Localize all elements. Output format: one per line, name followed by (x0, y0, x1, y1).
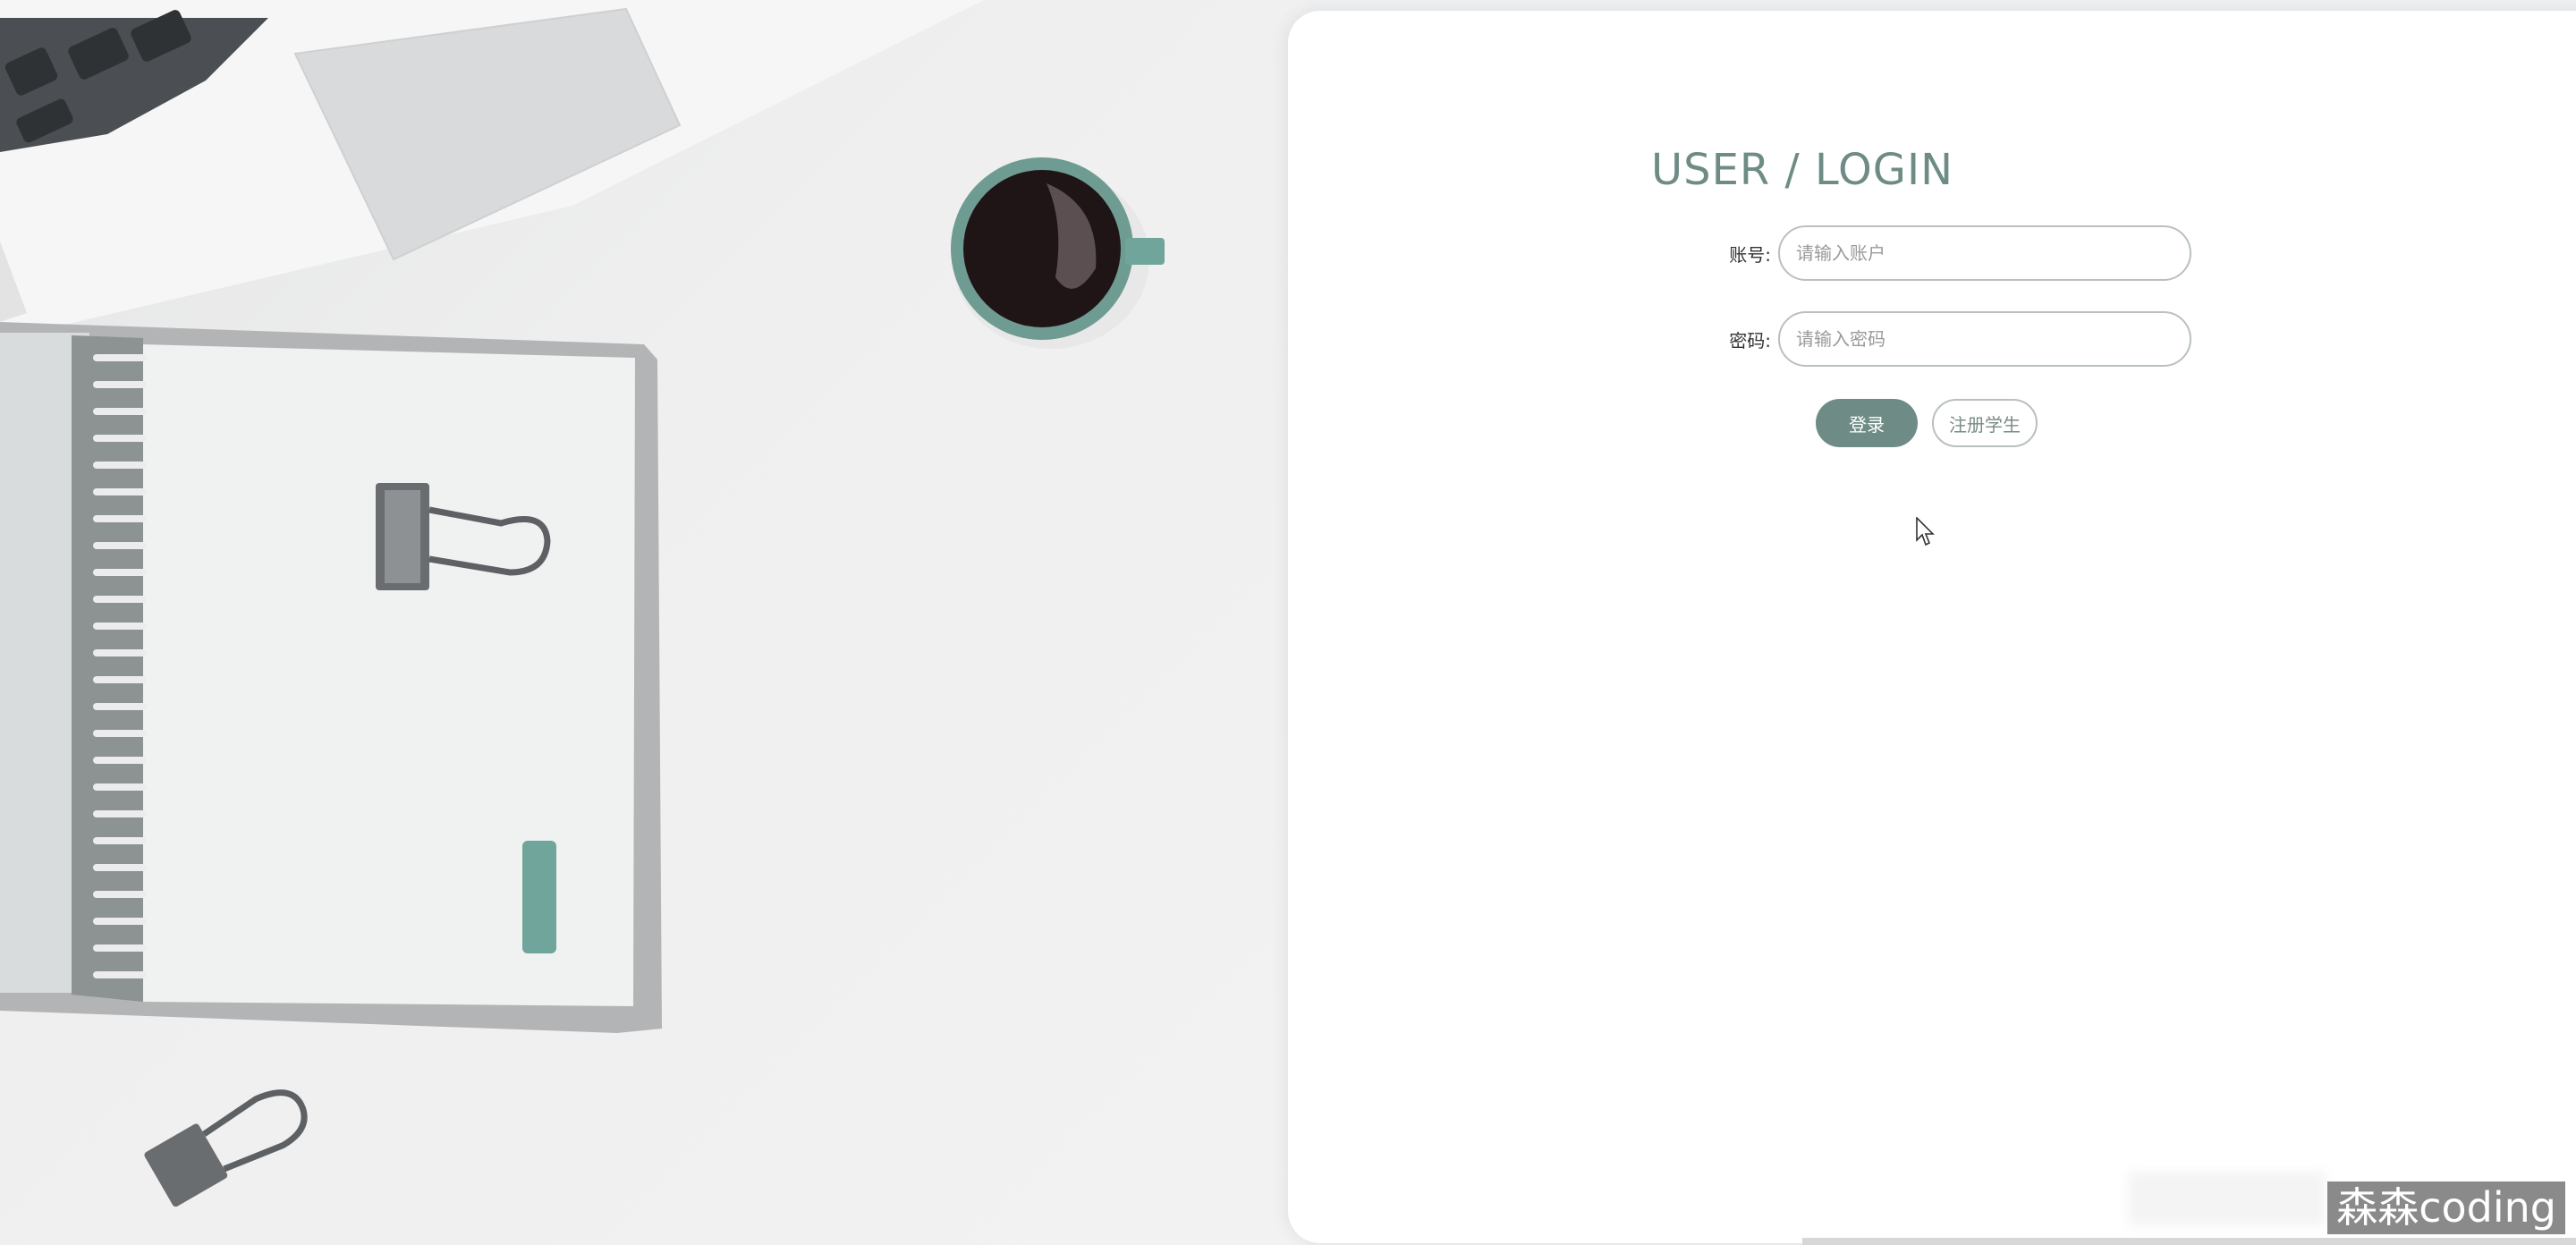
password-row: 密码: (1708, 311, 2191, 367)
password-input[interactable] (1778, 311, 2191, 367)
button-row: 登录 注册学生 (1816, 399, 2038, 447)
password-label: 密码: (1729, 329, 1771, 351)
bottom-edge (1802, 1238, 2576, 1245)
cursor-arrow-icon (1916, 517, 1935, 546)
page: USER / LOGIN 账号: 密码: 登录 注册学生 森森coding (0, 0, 2576, 1245)
login-title: USER / LOGIN (1650, 145, 1954, 195)
account-row: 账号: (1708, 225, 2191, 281)
login-panel: USER / LOGIN 账号: 密码: 登录 注册学生 (1288, 11, 2576, 1243)
account-label: 账号: (1729, 243, 1771, 266)
login-button[interactable]: 登录 (1816, 399, 1918, 447)
background-desk-image (0, 0, 1306, 1245)
desk-illustration (0, 0, 1165, 1207)
account-input[interactable] (1778, 225, 2191, 281)
blurred-watermark (2129, 1172, 2326, 1225)
register-student-button[interactable]: 注册学生 (1932, 399, 2038, 447)
watermark: 森森coding (2327, 1181, 2565, 1234)
